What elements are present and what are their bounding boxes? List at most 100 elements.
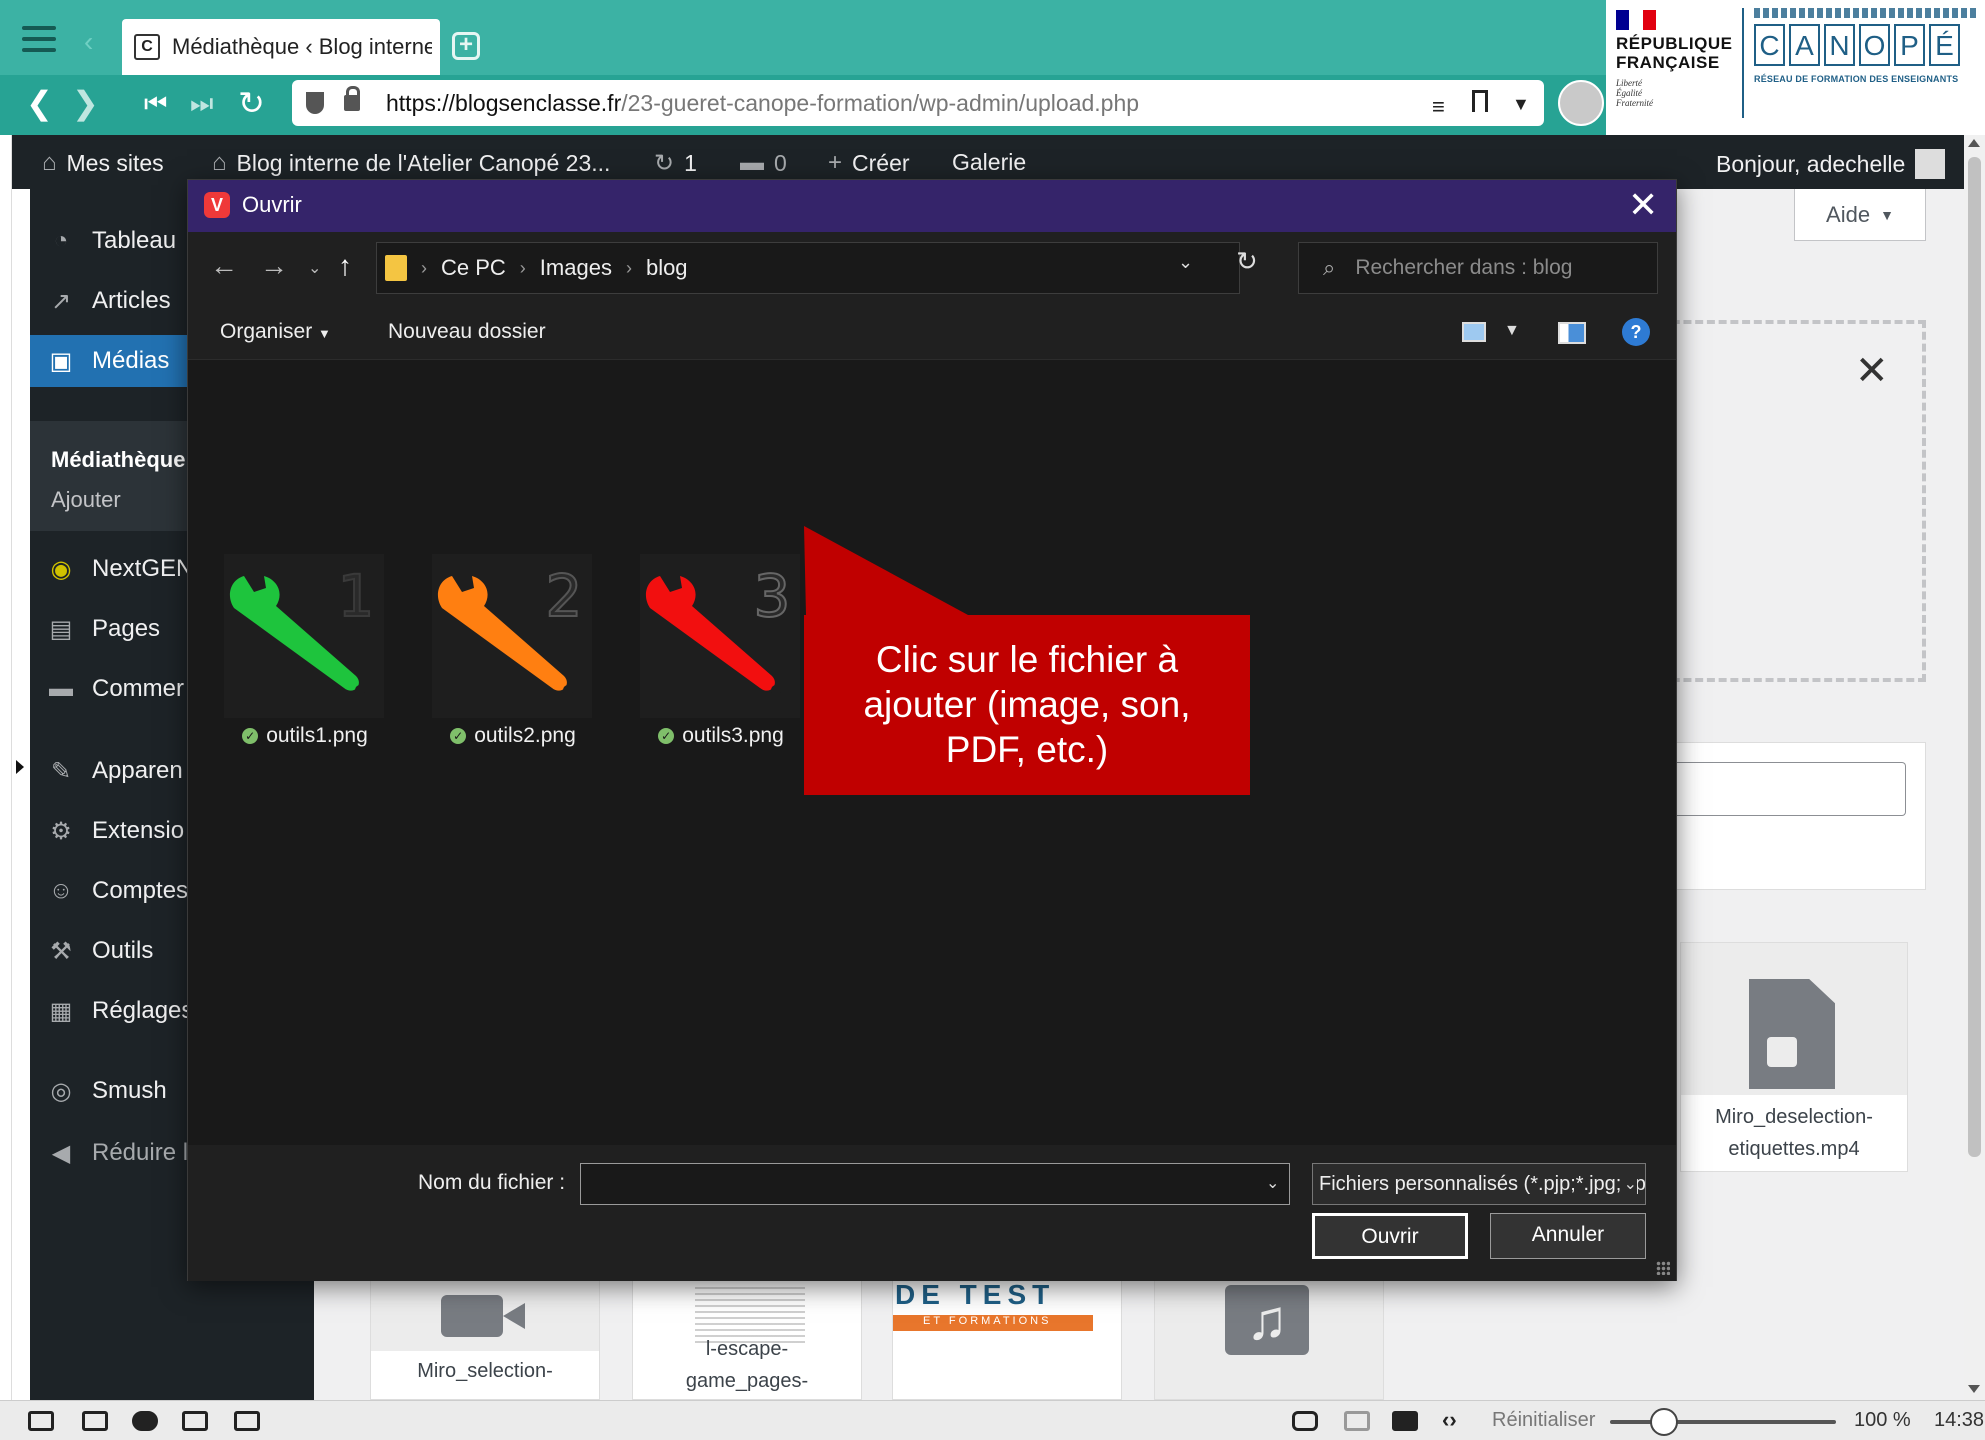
page-tiling-icon[interactable] xyxy=(1344,1411,1370,1431)
forward-icon[interactable]: → xyxy=(260,250,288,282)
scroll-thumb[interactable] xyxy=(1968,157,1981,1157)
admin-bar-new[interactable]: + Créer xyxy=(828,149,910,177)
zoom-level: 100 % xyxy=(1854,1409,1911,1431)
filetype-select[interactable]: Fichiers personnalisés (*.pjp;*.jpg;*.pn… xyxy=(1312,1163,1646,1205)
zoom-slider[interactable] xyxy=(1610,1408,1836,1436)
tab-tiling-icon[interactable] xyxy=(82,1411,108,1431)
sidebar-subitem-library[interactable]: Médiathèque xyxy=(51,447,185,473)
file-outils2[interactable]: 2 ✓ outils2.png xyxy=(428,554,598,754)
file-outils3[interactable]: 3 ✓ outils3.png xyxy=(636,554,806,754)
callout-annotation: Clic sur le fichier à ajouter (image, so… xyxy=(804,615,1250,795)
media-item[interactable]: DE TEST ET FORMATIONS xyxy=(892,1278,1122,1400)
back-icon[interactable]: ❮ xyxy=(26,84,53,122)
video-file-icon xyxy=(441,1295,525,1337)
brush-icon: ✎ xyxy=(50,757,72,785)
close-icon[interactable]: ✕ xyxy=(1628,184,1658,226)
help-button[interactable]: Aide ▼ xyxy=(1794,189,1926,241)
admin-bar-account[interactable]: Bonjour, adechelle xyxy=(1716,149,1946,179)
url-field[interactable]: https://blogsenclasse.fr/23-gueret-canop… xyxy=(292,80,1544,126)
refresh-icon[interactable]: ↻ xyxy=(1236,246,1258,277)
chevron-down-icon[interactable]: ▼ xyxy=(1512,94,1530,115)
chevron-right-icon: › xyxy=(625,257,632,278)
open-button[interactable]: Ouvrir xyxy=(1312,1213,1468,1259)
music-icon: ♫ xyxy=(1225,1285,1309,1355)
fast-forward-icon[interactable]: ⏭ xyxy=(190,88,213,120)
search-icon: ⌕ xyxy=(1323,255,1336,280)
profile-avatar[interactable] xyxy=(1558,80,1604,126)
dialog-titlebar[interactable]: V Ouvrir ✕ xyxy=(188,180,1676,232)
tab-title: Médiathèque ‹ Blog interne xyxy=(172,34,432,59)
mail-icon[interactable] xyxy=(182,1411,208,1431)
new-folder-button[interactable]: Nouveau dossier xyxy=(388,320,546,344)
breadcrumb-item[interactable]: blog xyxy=(646,255,688,281)
tab-scroll-left-icon[interactable]: ‹ xyxy=(84,26,93,58)
breadcrumb-item[interactable]: Images xyxy=(540,255,612,281)
sidebar-subitem-add[interactable]: Ajouter xyxy=(51,487,121,513)
zoom-reset-button[interactable]: Réinitialiser xyxy=(1492,1409,1595,1432)
settings-icon: ▦ xyxy=(49,997,73,1025)
forward-icon[interactable]: ❯ xyxy=(72,84,99,122)
smush-icon: ◎ xyxy=(50,1077,72,1105)
resize-grip-icon[interactable] xyxy=(1656,1261,1670,1275)
chevron-down-icon[interactable]: ⌄ xyxy=(1178,252,1193,273)
reload-icon[interactable]: ↻ xyxy=(238,84,265,122)
search-input[interactable] xyxy=(1660,762,1906,816)
zoom-slider-knob[interactable] xyxy=(1649,1408,1678,1436)
scroll-up-icon[interactable] xyxy=(1968,139,1980,147)
file-thumbnail: 1 xyxy=(224,554,384,718)
admin-bar-gallery[interactable]: Galerie xyxy=(952,149,1026,176)
chevron-down-icon[interactable]: ⌄ xyxy=(1266,1173,1279,1193)
camera-icon[interactable] xyxy=(1292,1411,1318,1431)
image-icon[interactable] xyxy=(1392,1411,1418,1431)
reader-icon[interactable]: ≡ xyxy=(1432,94,1445,120)
view-mode-icon[interactable] xyxy=(1462,322,1486,342)
help-icon[interactable]: ? xyxy=(1622,318,1650,346)
dialog-navigation: ← → ⌄ ↑ › Ce PC › Images › blog ⌄ ↻ ⌕ Re… xyxy=(188,232,1676,304)
breadcrumb-item[interactable]: Ce PC xyxy=(441,255,506,281)
admin-bar-updates[interactable]: ↻ 1 xyxy=(654,149,697,178)
plugin-icon: ⚙ xyxy=(50,817,72,845)
calendar-icon[interactable] xyxy=(234,1411,260,1431)
close-icon[interactable]: ✕ xyxy=(1855,348,1889,394)
dialog-footer: Nom du fichier : ⌄ Fichiers personnalisé… xyxy=(188,1145,1676,1281)
search-input[interactable]: ⌕ Rechercher dans : blog xyxy=(1298,242,1658,294)
organize-button[interactable]: Organiser ▼ xyxy=(220,320,331,344)
media-item[interactable]: ♫ xyxy=(1154,1278,1384,1400)
expand-arrow-icon[interactable] xyxy=(16,760,24,774)
breadcrumb[interactable]: › Ce PC › Images › blog xyxy=(376,242,1240,294)
code-icon[interactable]: ‹› xyxy=(1442,1407,1457,1433)
tab-medialibrary[interactable]: C Médiathèque ‹ Blog interne xyxy=(122,19,440,75)
scroll-down-icon[interactable] xyxy=(1968,1385,1980,1393)
filename-input[interactable] xyxy=(580,1163,1290,1205)
file-outils1[interactable]: 1 ✓ outils1.png xyxy=(220,554,390,754)
cancel-button[interactable]: Annuler xyxy=(1490,1213,1646,1259)
rewind-icon[interactable]: ⏮ xyxy=(144,88,167,120)
media-item[interactable]: Miro_selection- xyxy=(370,1278,600,1400)
media-item[interactable]: l-escape-game_pages- xyxy=(632,1278,862,1400)
vivaldi-icon: V xyxy=(204,192,230,218)
media-item-label: etiquettes.mp4 xyxy=(1728,1138,1860,1160)
up-icon[interactable]: ↑ xyxy=(338,250,352,282)
url-host: https://blogsenclasse.fr xyxy=(386,89,622,116)
file-thumbnail: 2 xyxy=(432,554,592,718)
back-icon[interactable]: ← xyxy=(210,250,238,282)
image-thumbnail-band: ET FORMATIONS xyxy=(893,1315,1093,1331)
shield-icon[interactable] xyxy=(306,92,324,114)
updates-icon: ↻ xyxy=(654,150,675,177)
recent-locations-icon[interactable]: ⌄ xyxy=(308,258,321,278)
preview-pane-icon[interactable] xyxy=(1558,322,1586,344)
new-tab-icon[interactable]: + xyxy=(452,32,480,60)
hamburger-icon[interactable] xyxy=(22,26,56,52)
admin-bar-comments[interactable]: ▬ 0 xyxy=(740,149,787,177)
panel-toggle-icon[interactable] xyxy=(28,1411,54,1431)
admin-bar-my-sites[interactable]: ⌂ Mes sites xyxy=(42,149,164,177)
republique-francaise-logo: RÉPUBLIQUE FRANÇAISE Liberté Égalité Frater… xyxy=(1616,10,1732,120)
lock-icon[interactable] xyxy=(344,86,360,111)
callout-line: PDF, etc.) xyxy=(945,729,1109,770)
media-item-video[interactable]: Miro_deselection-etiquettes.mp4 xyxy=(1680,942,1908,1172)
bookmark-icon[interactable] xyxy=(1472,90,1488,112)
admin-bar-site-name[interactable]: ⌂ Blog interne de l'Atelier Canopé 23... xyxy=(212,149,610,177)
caret-down-icon[interactable]: ▼ xyxy=(1504,322,1520,340)
cloud-icon[interactable] xyxy=(132,1411,158,1431)
page-scrollbar[interactable] xyxy=(1964,135,1985,1400)
